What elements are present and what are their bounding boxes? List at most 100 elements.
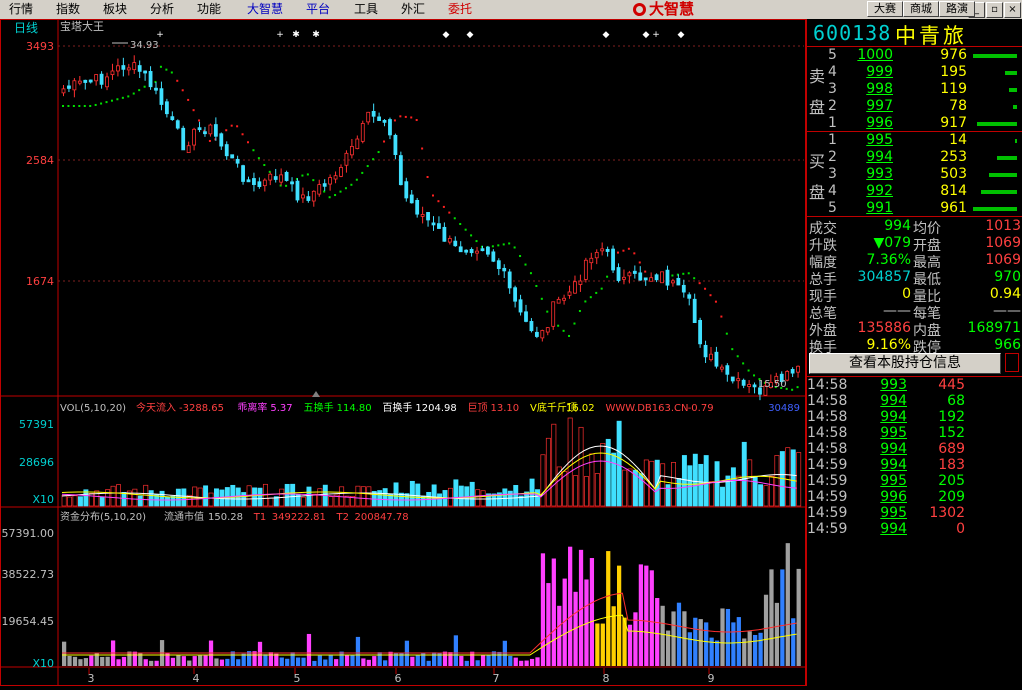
- candle-body: [105, 76, 109, 88]
- fund-bar: [600, 623, 605, 666]
- fund-bar: [780, 569, 785, 666]
- volume-bar: [513, 485, 519, 507]
- buy-level-row[interactable]: 2 994 253: [807, 149, 1022, 166]
- volume-bar: [676, 478, 682, 507]
- sell-price[interactable]: 998: [847, 81, 893, 97]
- menu-item-functions[interactable]: 功能: [197, 2, 221, 17]
- fund-bar: [720, 608, 725, 666]
- buy-price[interactable]: 991: [847, 200, 893, 216]
- ma-dot: [72, 105, 75, 107]
- sell-level-row[interactable]: 2 997 78: [807, 98, 1022, 115]
- candle-body: [328, 177, 333, 185]
- position-info-button[interactable]: 查看本股持仓信息: [809, 353, 1001, 374]
- sell-level-row[interactable]: 4 999 195: [807, 64, 1022, 81]
- candle-body: [137, 65, 142, 72]
- low-mark-label: 15.50: [758, 379, 787, 390]
- ma-dot: [372, 158, 375, 161]
- fund-bar: [274, 653, 279, 666]
- candle-body: [698, 319, 703, 345]
- menu-item-analysis[interactable]: 分析: [150, 2, 174, 17]
- fund-bar: [698, 619, 703, 666]
- sell-price[interactable]: 1000: [847, 47, 893, 63]
- menu-item-dzh[interactable]: 大智慧: [247, 2, 283, 17]
- vol-header-label: WWW.DB163.CN: [606, 403, 689, 414]
- candle-body: [611, 248, 615, 271]
- menu-item-trade[interactable]: 委托: [448, 2, 472, 17]
- buy-level-row[interactable]: 1 995 14: [807, 132, 1022, 149]
- menu-item-tools[interactable]: 工具: [354, 2, 378, 17]
- buy-level-row[interactable]: 5 991 961: [807, 200, 1022, 217]
- candle-body: [61, 88, 66, 94]
- buy-price[interactable]: 993: [847, 166, 893, 182]
- fund-bar: [241, 653, 246, 666]
- ma-dot: [617, 251, 619, 254]
- fund-bar: [736, 617, 741, 666]
- fund-bar: [67, 655, 72, 666]
- candle-body: [284, 171, 289, 181]
- candle-body: [241, 165, 245, 182]
- volume-bar: [535, 489, 540, 507]
- candle-body: [88, 79, 93, 83]
- panel-toggle-button[interactable]: [1005, 353, 1019, 372]
- menu-item-sectors[interactable]: 板块: [103, 2, 127, 17]
- candle-body: [469, 249, 474, 254]
- sell-quantity: 78: [949, 98, 967, 114]
- sell-price[interactable]: 999: [847, 64, 893, 80]
- sell-price[interactable]: 996: [847, 115, 893, 131]
- buy-price[interactable]: 992: [847, 183, 893, 199]
- level-number: 1: [828, 115, 837, 131]
- candle-body: [339, 166, 343, 177]
- candle-body: [126, 67, 131, 71]
- restore-button[interactable]: ▫: [986, 2, 1003, 18]
- candle-body: [295, 180, 300, 201]
- close-button[interactable]: ×: [1004, 2, 1021, 18]
- ma-dot: [377, 151, 380, 154]
- chart-area[interactable]: 日线 宝塔大王 3493 2584 1674 34.93 15.50 + + ✱ ✱ ◆ ◆ ◆ ◆ + ◆ VO…: [0, 19, 806, 686]
- sell-price[interactable]: 997: [847, 98, 893, 114]
- volume-bar: [573, 475, 579, 507]
- candle-body: [480, 248, 485, 252]
- fund-bar: [306, 633, 312, 666]
- fund-bar: [731, 622, 736, 666]
- vol-header-prefix: VOL(5,10,20): [60, 403, 126, 414]
- stat-value: 1069: [985, 252, 1021, 268]
- volume-bar: [1005, 71, 1017, 75]
- stat-value: 1013: [985, 218, 1021, 234]
- sell-level-row[interactable]: 3 998 119: [807, 81, 1022, 98]
- volume-bar: [1013, 105, 1017, 109]
- menu-item-forex[interactable]: 外汇: [401, 2, 425, 17]
- fund-header-label: 流通市值: [164, 510, 204, 523]
- ma-dot: [497, 244, 500, 247]
- tick-row: 14:58 993 445: [807, 377, 1022, 393]
- candle-body: [567, 291, 572, 296]
- volume-bar: [671, 462, 677, 507]
- kline-chart[interactable]: 日线 宝塔大王34932584167434.9315.50+ + ✱ ✱ ◆ ◆ ◆ ◆ + ◆VO…: [0, 19, 806, 686]
- ma-dot: [410, 116, 413, 119]
- menu-item-quotes[interactable]: 行情: [9, 2, 33, 17]
- volume-bar: [502, 488, 508, 507]
- candle-body: [235, 158, 240, 164]
- candle-body: [551, 301, 556, 327]
- candle-body: [257, 181, 262, 187]
- ma-dot: [714, 300, 717, 303]
- mall-button[interactable]: 商城: [903, 1, 939, 17]
- buy-level-row[interactable]: 4 992 814: [807, 183, 1022, 200]
- roadshow-button[interactable]: 路演: [939, 1, 975, 17]
- buy-price[interactable]: 995: [847, 132, 893, 148]
- candle-body: [262, 179, 267, 187]
- candle-body: [736, 378, 741, 382]
- fund-bar: [491, 651, 497, 666]
- menu-item-index[interactable]: 指数: [56, 2, 80, 17]
- sell-level-row[interactable]: 1 996 917: [807, 115, 1022, 132]
- volume-bar: [447, 487, 453, 507]
- buy-price[interactable]: 994: [847, 149, 893, 165]
- contest-button[interactable]: 大赛: [867, 1, 903, 17]
- volume-bar: [116, 484, 122, 507]
- vol-header-value: -3288.65: [179, 403, 224, 414]
- volume-bar: [622, 469, 628, 507]
- sell-level-row[interactable]: 5 1000 976: [807, 47, 1022, 64]
- menu-item-platform[interactable]: 平台: [306, 2, 330, 17]
- buy-level-row[interactable]: 3 993 503: [807, 166, 1022, 183]
- signal-marker: ✱: [292, 30, 300, 40]
- volume-bar: [148, 490, 154, 507]
